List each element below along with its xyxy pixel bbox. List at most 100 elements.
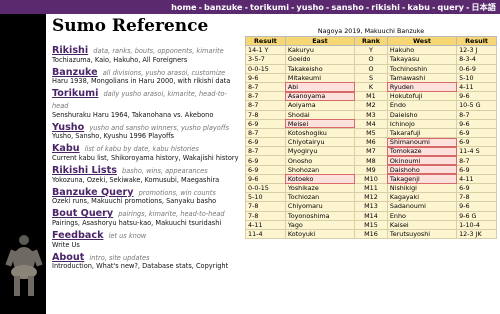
menu-item-description: basho, wins, appearances <box>122 167 208 176</box>
nav-link-8[interactable]: 日本語 <box>471 1 496 13</box>
menu-item-heading-link[interactable]: Banzuke <box>52 67 98 78</box>
rikishi-name-cell[interactable]: Chiyomaru <box>284 201 356 212</box>
rikishi-name-cell[interactable]: Kotoshogiku <box>284 127 356 139</box>
rikishi-name-cell[interactable]: Takakeisho <box>284 63 356 74</box>
rikishi-name-cell[interactable]: Mitakeumi <box>284 72 356 83</box>
nav-separator: - <box>325 2 330 12</box>
rikishi-name-cell[interactable]: Kaisei <box>386 219 458 230</box>
banzuke-caption: Nagoya 2019, Makuuchi Banzuke <box>317 27 425 35</box>
result-cell: 12-3 J <box>456 45 497 56</box>
result-cell: 6-9 <box>456 127 497 139</box>
rikishi-name-cell[interactable]: Yoshikaze <box>284 182 356 194</box>
rikishi-name-cell[interactable]: Tochinoshin <box>386 63 458 74</box>
menu-item-description: intro, site updates <box>89 253 150 262</box>
result-cell: 8-7 <box>245 91 286 102</box>
rikishi-name-cell[interactable]: Asanoyama <box>284 91 356 102</box>
menu-item-examples[interactable]: Senshuraku Haru 1964, Takanohana vs. Ake… <box>52 111 242 120</box>
rikishi-name-cell[interactable]: Abi <box>284 81 356 93</box>
rikishi-name-cell[interactable]: Goeido <box>284 54 356 65</box>
table-row: 7-8 Toyonoshima M14 Enho 9-6 G <box>245 210 497 221</box>
nav-link-7[interactable]: query <box>437 2 464 12</box>
menu-item-examples[interactable]: Tochiazuma, Kaio, Hakuho, All Foreigners <box>52 56 242 65</box>
menu-item-heading-link[interactable]: Rikishi <box>52 45 88 56</box>
rikishi-name-cell[interactable]: Daieisho <box>386 109 458 120</box>
table-row: 5-10 Tochiozan M12 Kagayaki 7-8 <box>245 192 497 203</box>
menu-item-examples[interactable]: Haru 1938, Mongolians in Haru 2000, with… <box>52 77 242 86</box>
result-cell: 6-9 <box>456 137 497 148</box>
menu-item-examples[interactable]: Ozeki runs, Makuuchi promotions, Sanyaku… <box>52 197 242 206</box>
rikishi-name-cell[interactable]: Myogiryu <box>284 146 356 157</box>
menu-item-description: data, ranks, bouts, opponents, kimarite <box>93 47 224 55</box>
rikishi-name-cell[interactable]: Toyonoshima <box>284 210 356 221</box>
table-row: 6-9 Shohozan M9 Daishoho 6-9 <box>245 164 497 175</box>
menu-item-heading-link[interactable]: Bout Query <box>52 208 113 219</box>
rank-cell: K <box>354 81 388 93</box>
nav-link-5[interactable]: rikishi <box>371 2 400 12</box>
menu-item-description: list of kabu by date, kabu histories <box>84 145 199 154</box>
rikishi-name-cell[interactable]: Tomokaze <box>386 146 458 157</box>
rikishi-name-cell[interactable]: Nishikigi <box>386 182 458 194</box>
rikishi-name-cell[interactable]: Terutsuyoshi <box>386 228 458 240</box>
rank-cell: O <box>354 54 388 65</box>
rikishi-name-cell[interactable]: Chiyotairyu <box>284 137 356 148</box>
menu-item-heading-link[interactable]: Torikumi <box>52 88 98 99</box>
menu-item-heading-link[interactable]: About <box>52 252 84 263</box>
rikishi-name-cell[interactable]: Takagenji <box>386 173 458 185</box>
menu-item-examples[interactable]: Introduction, What's new?, Database stat… <box>52 262 242 271</box>
rikishi-name-cell[interactable]: Shohozan <box>284 164 356 175</box>
rikishi-name-cell[interactable]: Enho <box>386 210 458 221</box>
nav-link-0[interactable]: home <box>171 2 197 12</box>
menu-item-heading-link[interactable]: Feedback <box>52 230 103 241</box>
menu-item-heading-link[interactable]: Yusho <box>52 122 84 133</box>
rikishi-name-cell[interactable]: Takarafuji <box>386 127 458 139</box>
menu-item-heading-link[interactable]: Banzuke Query <box>52 187 133 198</box>
rikishi-name-cell[interactable]: Tochiozan <box>284 192 356 203</box>
nav-link-2[interactable]: torikumi <box>250 2 289 12</box>
table-row: 9-6 Kotoeko M10 Takagenji 4-11 <box>245 173 497 185</box>
table-row: 11-4 Kotoyuki M16 Terutsuyoshi 12-3 JK <box>245 228 497 240</box>
rikishi-name-cell[interactable]: Sadanoumi <box>386 201 458 212</box>
result-cell: 8-3-4 <box>456 54 497 65</box>
result-cell: 9-6 <box>456 201 497 212</box>
rikishi-name-cell[interactable]: Hokutofuji <box>386 91 458 102</box>
nav-link-4[interactable]: sansho <box>331 2 364 12</box>
table-row: 8-7 Abi K Ryuden 4-11 <box>245 81 497 93</box>
rikishi-name-cell[interactable]: Yago <box>284 219 356 230</box>
rikishi-name-cell[interactable]: Endo <box>386 100 458 111</box>
result-cell: 6-9 <box>245 118 286 129</box>
menu-item-examples[interactable]: Yokozuna, Ozeki, Sekiwake, Komusubi, Mae… <box>52 176 242 185</box>
menu-item-examples[interactable]: Current kabu list, Shikoroyama history, … <box>52 154 242 163</box>
rikishi-name-cell[interactable]: Onosho <box>284 155 356 166</box>
menu-item: Rikishi Lists basho, wins, appearances Yo… <box>52 164 242 184</box>
rikishi-name-cell[interactable]: Ryuden <box>386 81 458 93</box>
nav-link-3[interactable]: yusho <box>296 2 324 12</box>
nav-link-6[interactable]: kabu <box>407 2 430 12</box>
rikishi-name-cell[interactable]: Kagayaki <box>386 192 458 203</box>
menu-item-examples[interactable]: Pairings, Asashoryu hatsu-kao, Makuuchi … <box>52 219 242 228</box>
rikishi-name-cell[interactable]: Ichinojo <box>386 118 458 129</box>
table-row: 7-8 Chiyomaru M13 Sadanoumi 9-6 <box>245 201 497 212</box>
menu-item-heading-link[interactable]: Kabu <box>52 143 80 154</box>
rikishi-name-cell[interactable]: Shimanoumi <box>386 137 458 148</box>
column-header: Rank <box>354 35 388 47</box>
rikishi-name-cell[interactable]: Meisei <box>284 118 356 129</box>
rikishi-name-cell[interactable]: Tamawashi <box>386 72 458 83</box>
rikishi-name-cell[interactable]: Okinoumi <box>386 155 458 166</box>
rikishi-name-cell[interactable]: Kotoyuki <box>284 228 356 240</box>
rikishi-name-cell[interactable]: Hakuho <box>386 45 458 56</box>
nav-link-1[interactable]: banzuke <box>204 2 243 12</box>
table-row: 4-11 Yago M15 Kaisei 1-10-4 <box>245 219 497 230</box>
page-title: Sumo Reference <box>52 16 209 36</box>
rikishi-name-cell[interactable]: Aoiyama <box>284 100 356 111</box>
menu-item-description: pairings, kimarite, head-to-head <box>118 210 225 219</box>
menu-item-examples[interactable]: Write Us <box>52 241 242 250</box>
result-cell: 0-0-15 <box>245 182 286 194</box>
rikishi-name-cell[interactable]: Shodai <box>284 109 356 120</box>
menu-item-description: yusho and sansho winners, yusho playoffs <box>89 123 230 132</box>
rikishi-name-cell[interactable]: Daishoho <box>386 164 458 175</box>
rikishi-name-cell[interactable]: Takayasu <box>386 54 458 65</box>
result-cell: 6-9 <box>456 164 497 175</box>
rikishi-name-cell[interactable]: Kakuryu <box>284 45 356 56</box>
rikishi-name-cell[interactable]: Kotoeko <box>284 173 356 185</box>
menu-item-heading-link[interactable]: Rikishi Lists <box>52 165 117 176</box>
